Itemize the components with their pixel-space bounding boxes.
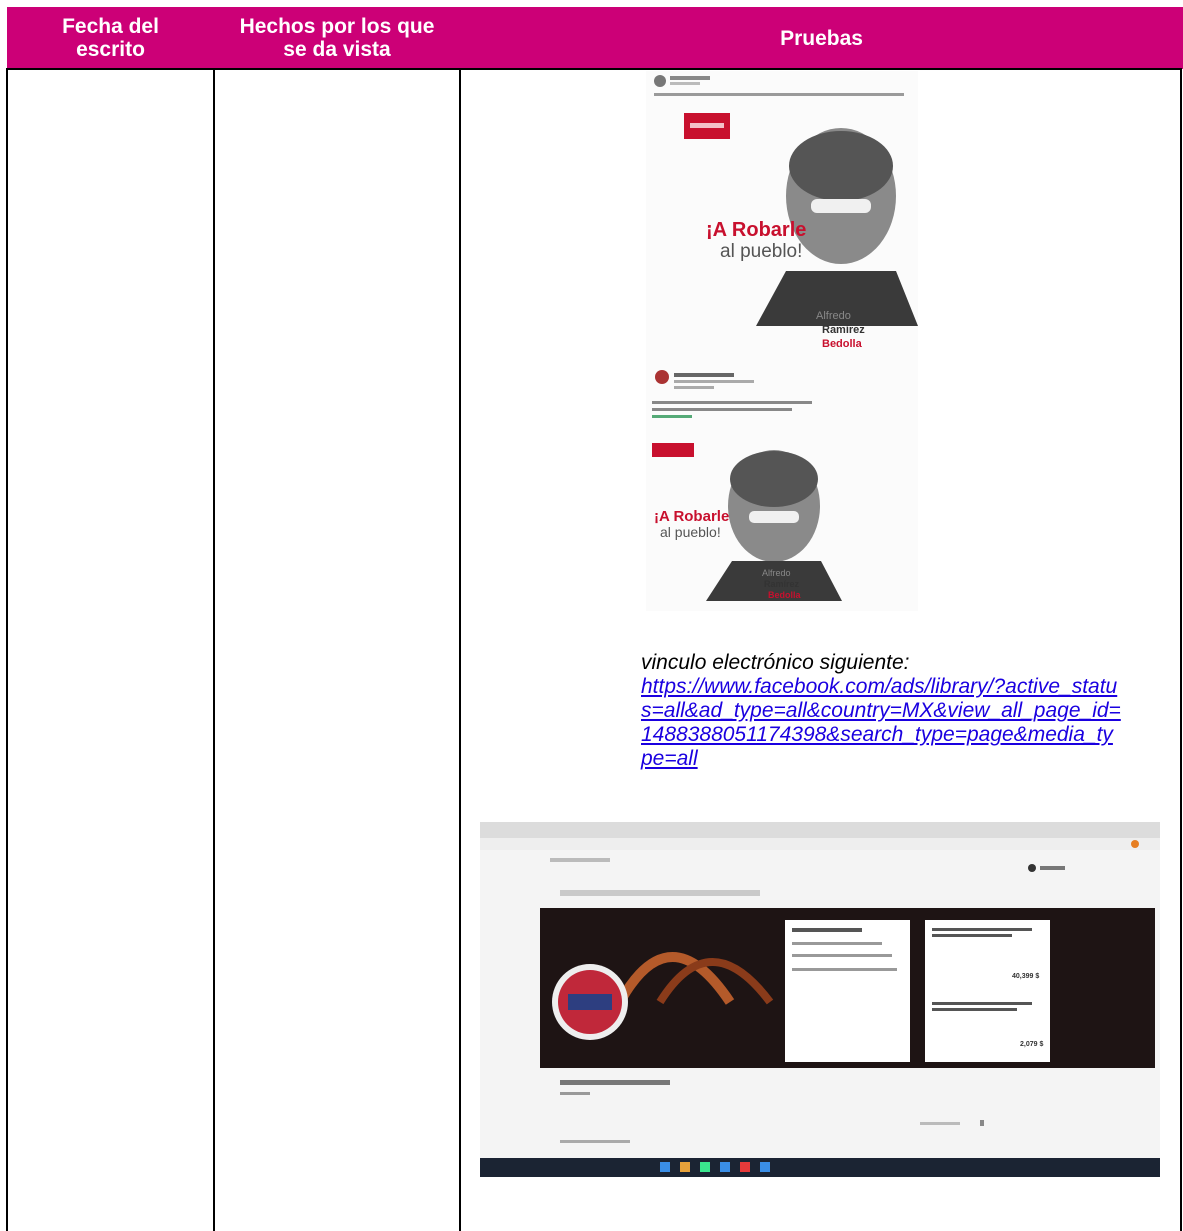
slogan-line-1: ¡A Robarle: [654, 508, 729, 525]
browser-screenshot-svg: 40,399 $ 2,079 $: [480, 822, 1160, 1177]
page-transparency-panel: [785, 920, 910, 1062]
evidence-link-block: vinculo electrónico siguiente: https://w…: [641, 651, 1121, 771]
candidate-surname-2: Bedolla: [768, 590, 802, 600]
party-logo: [652, 443, 694, 457]
windows-taskbar: [480, 1158, 1160, 1177]
browser-tab-bar: [480, 822, 1160, 838]
header-hechos: Hechos por los que se da vista: [214, 7, 460, 69]
table-border-right: [1180, 69, 1182, 1231]
slogan-line-2: al pueblo!: [720, 241, 802, 262]
candidate-surname-1: Ramírez: [764, 579, 800, 589]
candidate-surname-2: Bedolla: [822, 338, 863, 350]
avatar: [655, 370, 669, 384]
slogan-line-2: al pueblo!: [660, 524, 721, 540]
social-posts-svg: ¡A Robarle al pueblo! Alfredo Ramírez Be…: [652, 75, 918, 601]
header-bottom-border: [6, 68, 1182, 70]
candidate-first-name: Alfredo: [816, 310, 851, 322]
ads-library-screenshot-image: 40,399 $ 2,079 $: [480, 822, 1160, 1177]
ads-library-link[interactable]: https://www.facebook.com/ads/library/?ac…: [641, 675, 1121, 771]
spend-amount-1: 40,399 $: [1012, 973, 1039, 980]
table-border-left: [6, 69, 8, 1231]
header-pruebas: Pruebas: [460, 7, 1183, 69]
candidate-first-name: Alfredo: [762, 568, 791, 578]
avatar: [654, 75, 666, 87]
social-post-evidence-image: ¡A Robarle al pueblo! Alfredo Ramírez Be…: [646, 71, 918, 611]
slogan-line-1: ¡A Robarle: [706, 219, 806, 241]
browser-address-bar: [480, 838, 1160, 850]
spend-amount-2: 2,079 $: [1020, 1041, 1043, 1048]
column-divider-1: [213, 69, 215, 1231]
header-fecha-del-escrito: Fecha del escrito: [7, 7, 214, 69]
candidate-surname-1: Ramírez: [822, 324, 865, 336]
column-divider-2: [459, 69, 461, 1231]
link-caption: vinculo electrónico siguiente:: [641, 651, 910, 674]
